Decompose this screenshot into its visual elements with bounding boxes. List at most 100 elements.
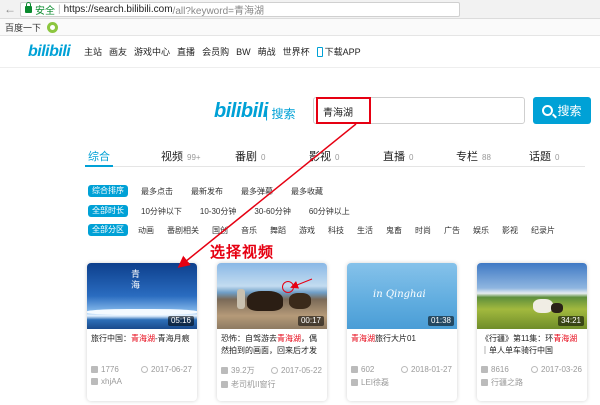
filter-option[interactable]: 音乐 — [241, 225, 257, 236]
uploader[interactable]: 老司机II窗行 — [217, 376, 327, 390]
video-card[interactable]: 00:17 恐怖：自驾游去青海湖，偶然拍到的画面，回来后才发 39.2万 201… — [217, 263, 327, 401]
nav-item-main[interactable]: 主站 — [84, 45, 102, 58]
back-arrow-icon[interactable]: ← — [4, 2, 16, 16]
bilibili-logo[interactable]: bilibili — [28, 43, 78, 61]
nav-item-mall[interactable]: 会员购 — [202, 45, 229, 58]
video-duration: 05:16 — [167, 316, 194, 326]
site-top-nav: bilibili 主站 画友 游戏中心 直播 会员购 BW 萌战 世界杯 下载A… — [0, 36, 600, 68]
bookmark-baidu[interactable]: 百度一下 — [5, 21, 41, 34]
filter-chip-duration[interactable]: 全部时长 — [88, 205, 128, 217]
filter-option[interactable]: 舞蹈 — [270, 225, 286, 236]
filter-option[interactable]: 最多收藏 — [291, 186, 323, 197]
play-count: 1776 — [101, 365, 119, 374]
filter-option[interactable]: 游戏 — [299, 225, 315, 236]
thumbnail-yak — [533, 299, 553, 313]
video-card[interactable]: in Qinghai 01:38 青海湖旅行大片01 602 2018-01-2… — [347, 263, 457, 401]
filter-option[interactable]: 30-60分钟 — [254, 206, 290, 217]
filter-option[interactable]: 科技 — [328, 225, 344, 236]
clock-icon — [401, 366, 408, 373]
filter-chip-sort[interactable]: 综合排序 — [88, 185, 128, 197]
filter-option[interactable]: 纪录片 — [531, 225, 555, 236]
filter-chip-zone[interactable]: 全部分区 — [88, 224, 128, 236]
video-thumbnail[interactable]: 青海 05:16 — [87, 263, 197, 329]
uploader[interactable]: xhjAA — [87, 374, 197, 386]
filter-option[interactable]: 影视 — [502, 225, 518, 236]
filter-option[interactable]: 动画 — [138, 225, 154, 236]
video-title[interactable]: 恐怖：自驾游去青海湖，偶然拍到的画面，回来后才发 — [217, 329, 327, 361]
upload-date: 2017-06-27 — [151, 365, 192, 374]
filter-option[interactable]: 广告 — [444, 225, 460, 236]
address-bar: ← 安全 | https://search.bilibili.com/all?k… — [0, 0, 600, 19]
tab-count: 0 — [555, 153, 560, 162]
uploader[interactable]: 行疆之路 — [477, 374, 587, 388]
video-title[interactable]: 青海湖旅行大片01 — [347, 329, 457, 361]
search-button[interactable]: 搜索 — [533, 97, 591, 124]
nav-item-bw[interactable]: BW — [236, 47, 251, 57]
filter-option[interactable]: 最多弹幕 — [241, 186, 273, 197]
video-title[interactable]: 旅行中国：青海湖-青海月痕 — [87, 329, 197, 361]
video-thumbnail[interactable]: 00:17 — [217, 263, 327, 329]
nav-item-huayou[interactable]: 画友 — [109, 45, 127, 58]
bookmark-extension-icon[interactable] — [47, 21, 59, 33]
filter-option[interactable]: 10-30分钟 — [200, 206, 236, 217]
title-part: 旅行大片01 — [375, 334, 416, 343]
url-path: /all?keyword=青海湖 — [172, 5, 264, 17]
url-field[interactable]: 安全 | https://search.bilibili.com/all?key… — [20, 1, 460, 17]
filter-option[interactable]: 时尚 — [415, 225, 431, 236]
tab-all[interactable]: 综合 — [88, 148, 110, 164]
filter-option[interactable]: 10分钟以下 — [141, 206, 182, 217]
tab-video[interactable]: 视频 99+ — [161, 148, 201, 164]
filter-option[interactable]: 60分钟以上 — [309, 206, 350, 217]
nav-item-mengzhan[interactable]: 萌战 — [258, 45, 276, 58]
filter-option[interactable]: 最新发布 — [191, 186, 223, 197]
filter-option[interactable]: 生活 — [357, 225, 373, 236]
download-app-link[interactable]: 下载APP — [316, 45, 361, 58]
filter-option[interactable]: 最多点击 — [141, 186, 173, 197]
secure-label: 安全 — [35, 5, 55, 17]
download-app-label: 下载APP — [324, 47, 361, 57]
tab-live[interactable]: 直播 0 — [383, 148, 413, 164]
filter-option[interactable]: 番剧相关 — [167, 225, 199, 236]
tab-divider — [85, 166, 585, 167]
tab-count: 0 — [409, 153, 414, 162]
video-title[interactable]: 《行疆》第11集：环青海湖｜单人单车骑行中国 — [477, 329, 587, 361]
tab-count: 0 — [335, 153, 340, 162]
video-meta: 1776 2017-06-27 — [87, 361, 197, 374]
tab-topic[interactable]: 话题 0 — [529, 148, 559, 164]
phone-icon — [316, 47, 323, 57]
tab-movie[interactable]: 影视 0 — [309, 148, 339, 164]
annotation-text: 选择视频 — [210, 244, 275, 261]
nav-item-world-cup[interactable]: 世界杯 — [283, 45, 310, 58]
search-logo[interactable]: bilibili — [214, 100, 268, 123]
play-count-icon — [351, 366, 358, 373]
clock-icon — [271, 367, 278, 374]
tab-label: 综合 — [88, 151, 110, 163]
nav-item-live[interactable]: 直播 — [177, 45, 195, 58]
video-thumbnail[interactable]: 34:21 — [477, 263, 587, 329]
search-button-label: 搜索 — [557, 104, 582, 118]
thumbnail-calligraphy: 青海 — [130, 269, 140, 291]
thumbnail-yak — [289, 293, 311, 309]
uploader-icon — [221, 381, 228, 388]
thumbnail-person — [237, 289, 245, 309]
search-logo-sub: | 搜索 — [265, 107, 296, 121]
title-keyword: 青海湖 — [277, 334, 301, 343]
tab-column[interactable]: 专栏 88 — [456, 148, 491, 164]
uploader[interactable]: LEI徐磊 — [347, 374, 457, 388]
play-count: 39.2万 — [231, 366, 255, 375]
video-card[interactable]: 34:21 《行疆》第11集：环青海湖｜单人单车骑行中国 8616 2017-0… — [477, 263, 587, 401]
filter-option[interactable]: 鬼畜 — [386, 225, 402, 236]
annotation-highlight-box — [316, 97, 371, 124]
filter-row-zone: 全部分区 动画 番剧相关 国创 音乐 舞蹈 游戏 科技 生活 鬼畜 时尚 广告 … — [88, 223, 555, 237]
tab-label: 话题 — [529, 151, 551, 163]
title-keyword: 青海湖 — [131, 334, 155, 343]
video-thumbnail[interactable]: in Qinghai 01:38 — [347, 263, 457, 329]
nav-item-game-center[interactable]: 游戏中心 — [134, 45, 170, 58]
filter-option[interactable]: 国创 — [212, 225, 228, 236]
tab-bangumi[interactable]: 番剧 0 — [235, 148, 265, 164]
filter-option[interactable]: 娱乐 — [473, 225, 489, 236]
filter-row-duration: 全部时长 10分钟以下 10-30分钟 30-60分钟 60分钟以上 — [88, 204, 350, 218]
thumbnail-yak — [247, 291, 283, 311]
video-card[interactable]: 青海 05:16 旅行中国：青海湖-青海月痕 1776 2017-06-27 x… — [87, 263, 197, 401]
uploader-name: xhjAA — [101, 377, 122, 386]
